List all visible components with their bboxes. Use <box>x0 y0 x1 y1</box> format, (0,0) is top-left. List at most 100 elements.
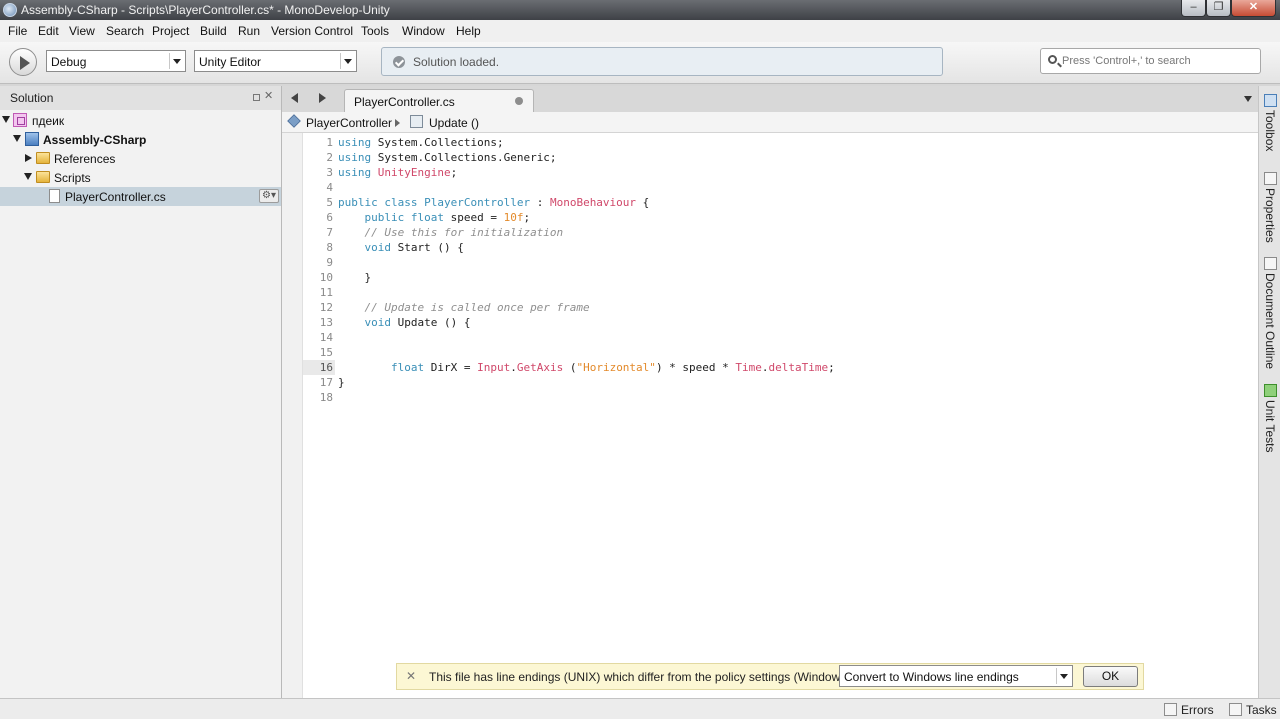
tab-list-chevron-icon[interactable] <box>1244 96 1252 102</box>
configuration-select[interactable]: Debug <box>46 50 186 72</box>
chevron-down-icon[interactable] <box>24 173 32 180</box>
solution-pad-title: Solution <box>10 91 54 105</box>
code-line[interactable]: 11 <box>303 285 1258 300</box>
minimize-button[interactable]: – <box>1181 0 1206 17</box>
menu-file[interactable]: File <box>8 24 27 38</box>
document-outline-icon <box>1264 257 1277 270</box>
menu-build[interactable]: Build <box>200 24 227 38</box>
code-token: deltaTime <box>768 361 829 374</box>
code-token: // Use this for initialization <box>364 226 564 239</box>
line-number: 13 <box>319 316 333 329</box>
errors-label: Errors <box>1181 703 1214 717</box>
project-icon <box>25 132 39 146</box>
code-line[interactable]: 13 void Update () { <box>303 315 1258 330</box>
maximize-button[interactable]: ❐ <box>1206 0 1231 17</box>
ok-button[interactable]: OK <box>1083 666 1138 687</box>
tree-item-scripts[interactable]: Scripts <box>0 168 281 187</box>
menu-bar: File Edit View Search Project Build Run … <box>0 20 1280 42</box>
dock-toolbox[interactable]: Toolbox <box>1259 94 1280 164</box>
close-window-button[interactable]: ✕ <box>1231 0 1276 17</box>
dock-label: Properties <box>1263 188 1277 243</box>
code-line[interactable]: 7 // Use this for initialization <box>303 225 1258 240</box>
code-token: . <box>761 361 769 374</box>
chevron-right-icon[interactable] <box>319 93 326 103</box>
code-line[interactable]: 8 void Start () { <box>303 240 1258 255</box>
menu-version-control[interactable]: Version Control <box>271 24 353 38</box>
code-line[interactable]: 6 public float speed = 10f; <box>303 210 1258 225</box>
code-line[interactable]: 14 <box>303 330 1258 345</box>
dock-label: Toolbox <box>1263 110 1277 152</box>
line-number: 12 <box>319 301 333 314</box>
line-number: 6 <box>326 211 333 224</box>
editor-margin <box>282 133 303 698</box>
menu-view[interactable]: View <box>69 24 95 38</box>
line-number: 9 <box>326 256 333 269</box>
breadcrumb-class[interactable]: PlayerController <box>306 116 392 130</box>
code-line[interactable]: 5 public class PlayerController : MonoBeh… <box>303 195 1258 210</box>
code-line[interactable]: 12 // Update is called once per frame <box>303 300 1258 315</box>
code-line[interactable]: 16 float DirX = Input.GetAxis ("Horizont… <box>303 360 1258 375</box>
dock-unit-tests[interactable]: Unit Tests <box>1259 384 1280 454</box>
code-line[interactable]: 18 <box>303 390 1258 405</box>
menu-help[interactable]: Help <box>456 24 481 38</box>
code-token: using <box>338 136 372 149</box>
tree-item-project[interactable]: Assembly-CSharp <box>0 130 281 149</box>
dismiss-infobar-button[interactable]: ✕ <box>406 669 416 683</box>
dock-properties[interactable]: Properties <box>1259 172 1280 252</box>
code-token: PlayerController <box>424 196 531 209</box>
menu-window[interactable]: Window <box>402 24 445 38</box>
code-token: void <box>364 316 392 329</box>
code-line[interactable]: 9 <box>303 255 1258 270</box>
tree-item-playercontroller[interactable]: PlayerController.cs ⚙▾ <box>0 187 281 206</box>
chevron-left-icon[interactable] <box>291 93 298 103</box>
search-input[interactable] <box>1062 53 1257 69</box>
chevron-down-icon[interactable] <box>2 116 10 123</box>
menu-edit[interactable]: Edit <box>38 24 59 38</box>
code-line[interactable]: 17} <box>303 375 1258 390</box>
code-editor[interactable]: 1 using System.Collections; 2 using System.… <box>282 133 1258 698</box>
code-line[interactable]: 2 using System.Collections.Generic; <box>303 150 1258 165</box>
menu-project[interactable]: Project <box>152 24 189 38</box>
code-token: Start () { <box>391 241 464 254</box>
tree-item-solution[interactable]: пдеик <box>0 111 281 130</box>
code-line[interactable]: 4 <box>303 180 1258 195</box>
line-endings-select[interactable]: Convert to Windows line endings <box>839 665 1073 687</box>
code-token: . <box>510 361 517 374</box>
breadcrumb-separator-icon <box>395 119 400 127</box>
tree-item-references[interactable]: References <box>0 149 281 168</box>
line-number: 8 <box>326 241 333 254</box>
line-endings-infobar: ✕ This file has line endings (UNIX) whic… <box>396 663 1144 690</box>
code-text: // Update is called once per frame <box>338 300 590 315</box>
close-pad-button[interactable]: ✕ <box>264 89 273 102</box>
code-text: } <box>338 270 371 285</box>
tab-playercontroller[interactable]: PlayerController.cs <box>344 89 534 112</box>
dock-document-outline[interactable]: Document Outline <box>1259 257 1280 377</box>
file-icon <box>49 189 60 203</box>
file-options-button[interactable]: ⚙▾ <box>259 189 279 203</box>
code-text: void Update () { <box>338 315 471 330</box>
code-view[interactable]: 1 using System.Collections; 2 using System.… <box>303 133 1258 698</box>
line-number: 10 <box>319 271 333 284</box>
toolbox-icon <box>1264 94 1277 107</box>
dock-label: Unit Tests <box>1263 400 1277 453</box>
menu-search[interactable]: Search <box>106 24 144 38</box>
target-select[interactable]: Unity Editor <box>194 50 357 72</box>
code-line[interactable]: 1 using System.Collections; <box>303 135 1258 150</box>
code-line[interactable]: 10 } <box>303 270 1258 285</box>
run-button[interactable] <box>9 48 37 76</box>
dock-icon[interactable] <box>253 94 260 101</box>
menu-tools[interactable]: Tools <box>361 24 389 38</box>
line-number: 14 <box>319 331 333 344</box>
chevron-right-icon[interactable] <box>25 154 32 162</box>
code-line[interactable]: 3 using UnityEngine; <box>303 165 1258 180</box>
chevron-down-icon <box>1056 668 1070 684</box>
chevron-down-icon[interactable] <box>13 135 21 142</box>
menu-run[interactable]: Run <box>238 24 260 38</box>
code-line[interactable]: 15 <box>303 345 1258 360</box>
breadcrumb-method[interactable]: Update () <box>429 116 479 130</box>
target-value: Unity Editor <box>199 55 262 69</box>
search-box[interactable] <box>1040 48 1261 74</box>
close-tab-icon[interactable] <box>515 97 523 105</box>
